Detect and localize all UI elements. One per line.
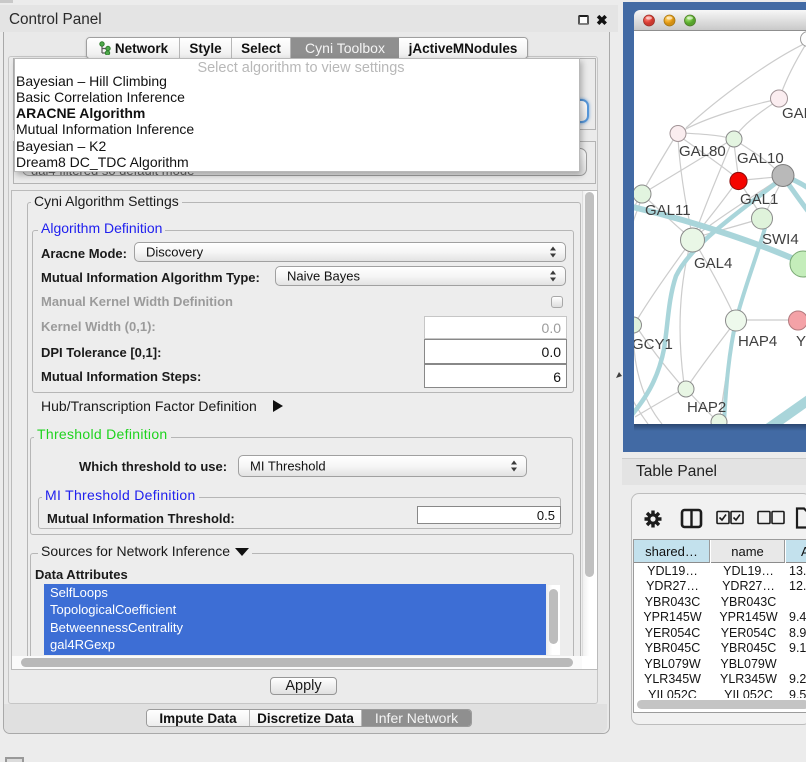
svg-text:GCY1: GCY1 xyxy=(634,336,673,353)
svg-text:GAL4: GAL4 xyxy=(694,255,732,272)
svg-text:GAL2: GAL2 xyxy=(782,105,806,122)
svg-text:HAP2: HAP2 xyxy=(687,399,726,416)
svg-text:GAL10: GAL10 xyxy=(737,150,784,167)
svg-text:SWI4: SWI4 xyxy=(762,231,799,248)
svg-text:GAL11: GAL11 xyxy=(645,202,691,219)
svg-text:GAL1: GAL1 xyxy=(740,191,778,208)
svg-text:GAL80: GAL80 xyxy=(679,143,726,160)
svg-text:HAP4: HAP4 xyxy=(738,333,777,350)
svg-text:Y: Y xyxy=(796,333,806,350)
